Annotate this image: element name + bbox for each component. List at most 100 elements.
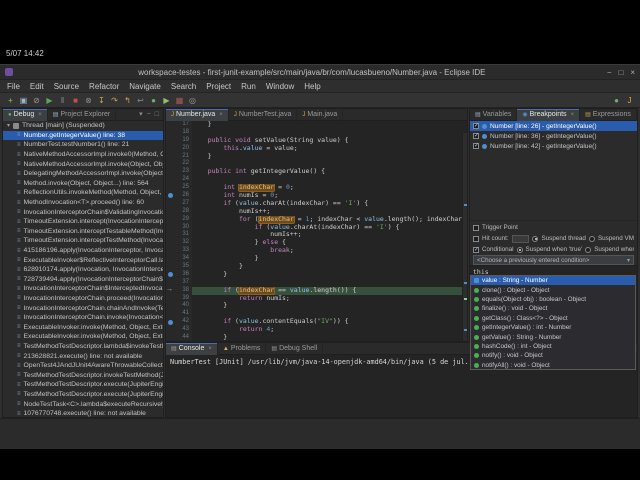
trigger-point-checkbox[interactable] xyxy=(473,224,479,231)
stack-frame[interactable]: ≡ 628910174.apply(Invocation, InvocationI… xyxy=(3,265,163,275)
new-wizard-icon[interactable]: + xyxy=(4,94,17,107)
breakpoint-row[interactable]: Number [line: 42] - getIntegerValue() xyxy=(470,141,637,151)
view-menu-icon[interactable]: ▾ xyxy=(139,109,143,121)
stack-frame[interactable]: ≡ InvocationInterceptorChain.invoke(Invoc… xyxy=(3,313,163,323)
stack-frame[interactable]: ≡ ExecutableInvoker.invoke(Method, Object… xyxy=(3,332,163,342)
stack-frame[interactable]: ≡ InvocationInterceptorChain.chainAndInvo… xyxy=(3,303,163,313)
line-marker[interactable] xyxy=(166,121,174,129)
code-line[interactable]: 36 } xyxy=(166,270,467,279)
code-line[interactable]: 20 this.value = value; xyxy=(166,144,467,153)
line-marker[interactable] xyxy=(166,176,174,185)
code-line[interactable]: 18 xyxy=(166,128,467,137)
line-marker[interactable] xyxy=(166,302,174,311)
line-marker[interactable] xyxy=(166,207,174,216)
line-marker[interactable] xyxy=(166,192,174,200)
suspend-when-true-radio[interactable] xyxy=(516,246,523,253)
step-over-icon[interactable]: ↷ xyxy=(108,94,121,107)
stack-frame[interactable]: ≡ TestMethodTestDescriptor.execute(Jupite… xyxy=(3,390,163,400)
line-marker[interactable] xyxy=(166,263,174,271)
menu-refactor[interactable]: Refactor xyxy=(84,82,124,91)
line-marker[interactable] xyxy=(166,318,174,327)
stack-frame[interactable]: ≡ TestMethodTestDescriptor.lambda$invokeT… xyxy=(3,342,163,352)
line-marker[interactable] xyxy=(166,223,174,232)
debug-icon[interactable]: ● xyxy=(147,94,160,107)
code-line[interactable]: 19 public void setValue(String value) { xyxy=(166,136,467,145)
breakpoint-icon[interactable] xyxy=(167,272,173,278)
code-line[interactable]: 31 numIs++; xyxy=(166,231,467,240)
stack-frame[interactable]: ≡ InvocationInterceptorChain$ValidatingIn… xyxy=(3,207,163,217)
expander-icon[interactable]: ▾ xyxy=(7,122,10,129)
breakpoint-icon[interactable] xyxy=(167,193,173,199)
menu-run[interactable]: Run xyxy=(236,82,261,91)
perspective-debug-icon[interactable]: ● xyxy=(610,94,623,107)
stack-frame[interactable]: ≡ NativeMethodAccessorImpl.invoke0(Method… xyxy=(3,150,163,160)
completion-item[interactable]: getValue() : String - Number xyxy=(471,332,635,341)
tab-debug-shell[interactable]: ▤ Debug Shell xyxy=(266,343,324,355)
overview-ruler[interactable] xyxy=(462,133,467,341)
suspend-thread-radio[interactable] xyxy=(532,235,539,242)
stack-frame[interactable]: ≡ NodeTestTask<C>.lambda$executeRecursive… xyxy=(3,399,163,409)
code-line[interactable]: 41 xyxy=(166,310,467,319)
line-marker[interactable] xyxy=(166,168,174,177)
breakpoint-checkbox[interactable] xyxy=(473,132,479,139)
close-tab-icon[interactable]: × xyxy=(38,112,42,118)
code-line[interactable]: 39 return numIs; xyxy=(166,294,467,303)
tab-numbertest-java[interactable]: J NumberTest.java xyxy=(229,109,298,121)
stack-frame[interactable]: ≡ InvocationInterceptorChain$InterceptedI… xyxy=(3,284,163,294)
menu-navigate[interactable]: Navigate xyxy=(124,82,166,91)
suspend-vm-radio[interactable] xyxy=(588,235,595,242)
line-marker[interactable] xyxy=(166,215,174,224)
stack-frame[interactable]: ≡ 728739494.apply(InvocationInterceptorCh… xyxy=(3,275,163,285)
tab-console[interactable]: ▤ Console × xyxy=(166,343,218,355)
code-line[interactable]: 34 } xyxy=(166,255,467,264)
save-icon[interactable]: ▣ xyxy=(17,94,30,107)
condition-history-dropdown[interactable]: <Choose a previously entered condition> … xyxy=(473,255,634,265)
code-line[interactable]: 24 xyxy=(166,176,467,185)
line-marker[interactable] xyxy=(166,128,174,137)
completion-item[interactable]: equals(Object obj) : boolean - Object xyxy=(471,295,635,304)
step-return-icon[interactable]: ↰ xyxy=(121,94,134,107)
line-marker[interactable] xyxy=(166,199,174,208)
tab-breakpoints[interactable]: ◉ Breakpoints × xyxy=(517,109,581,121)
minimize-button[interactable]: − xyxy=(607,65,612,80)
line-marker[interactable] xyxy=(166,231,174,240)
stack-frame[interactable]: ≡ InvocationInterceptorChain.proceed(Invo… xyxy=(3,294,163,304)
code-line[interactable]: 30 if (value.charAt(indexChar) == 'I') { xyxy=(166,223,467,232)
tab-variables[interactable]: ▤ Variables xyxy=(470,109,518,121)
line-marker[interactable] xyxy=(166,270,174,279)
menu-edit[interactable]: Edit xyxy=(25,82,49,91)
stack-frame[interactable]: ≡ TimeoutExtension.interceptTestableMetho… xyxy=(3,227,163,237)
perspective-java-icon[interactable]: J xyxy=(623,94,636,107)
breakpoint-row[interactable]: Number [line: 26] - getIntegerValue() xyxy=(470,121,637,131)
remove-breakpoint-icon[interactable]: × xyxy=(637,109,638,121)
code-line[interactable]: 27 if (value.charAt(indexChar) == 'I') { xyxy=(166,199,467,208)
stack-frame[interactable]: ≡ OpenTest4JAndJUnit4AwareThrowableCollec… xyxy=(3,361,163,371)
line-marker[interactable] xyxy=(166,239,174,248)
tab-project-explorer[interactable]: ▤ Project Explorer xyxy=(48,109,117,121)
skip-breakpoints-icon[interactable]: ⊘ xyxy=(30,94,43,107)
code-line[interactable]: 32 } else { xyxy=(166,239,467,248)
line-marker[interactable]: → xyxy=(166,286,174,295)
stack-frame[interactable]: ≡ TestMethodTestDescriptor.invokeTestMeth… xyxy=(3,370,163,380)
code-line[interactable]: 37 xyxy=(166,278,467,287)
line-marker[interactable] xyxy=(166,334,174,341)
drop-to-frame-icon[interactable]: ↩ xyxy=(134,94,147,107)
stack-frame[interactable]: ≡ Method.invoke(Object, Object...) line: … xyxy=(3,179,163,189)
completion-item[interactable]: value : String - Number xyxy=(471,276,635,286)
maximize-button[interactable]: □ xyxy=(618,65,623,80)
code-line[interactable]: 44 } xyxy=(166,334,467,341)
tab-expressions[interactable]: ▤ Expressions xyxy=(580,109,637,121)
code-line[interactable]: 21 } xyxy=(166,152,467,161)
code-line[interactable]: 23 public int getIntegerValue() { xyxy=(166,168,467,177)
code-line[interactable]: 42 if (value.contentEquals("IV")) { xyxy=(166,318,467,327)
line-marker[interactable] xyxy=(166,247,174,256)
line-marker[interactable] xyxy=(166,326,174,335)
close-button[interactable]: × xyxy=(630,65,635,80)
close-tab-icon[interactable]: × xyxy=(219,112,223,118)
stack-frame[interactable]: ≡ 415186196.apply(InvocationInterceptor, … xyxy=(3,246,163,256)
line-marker[interactable] xyxy=(166,144,174,153)
code-line[interactable]: 33 break; xyxy=(166,247,467,256)
code-line[interactable]: 43 return 4; xyxy=(166,326,467,335)
menu-help[interactable]: Help xyxy=(299,82,325,91)
breakpoint-row[interactable]: Number [line: 36] - getIntegerValue() xyxy=(470,131,637,141)
